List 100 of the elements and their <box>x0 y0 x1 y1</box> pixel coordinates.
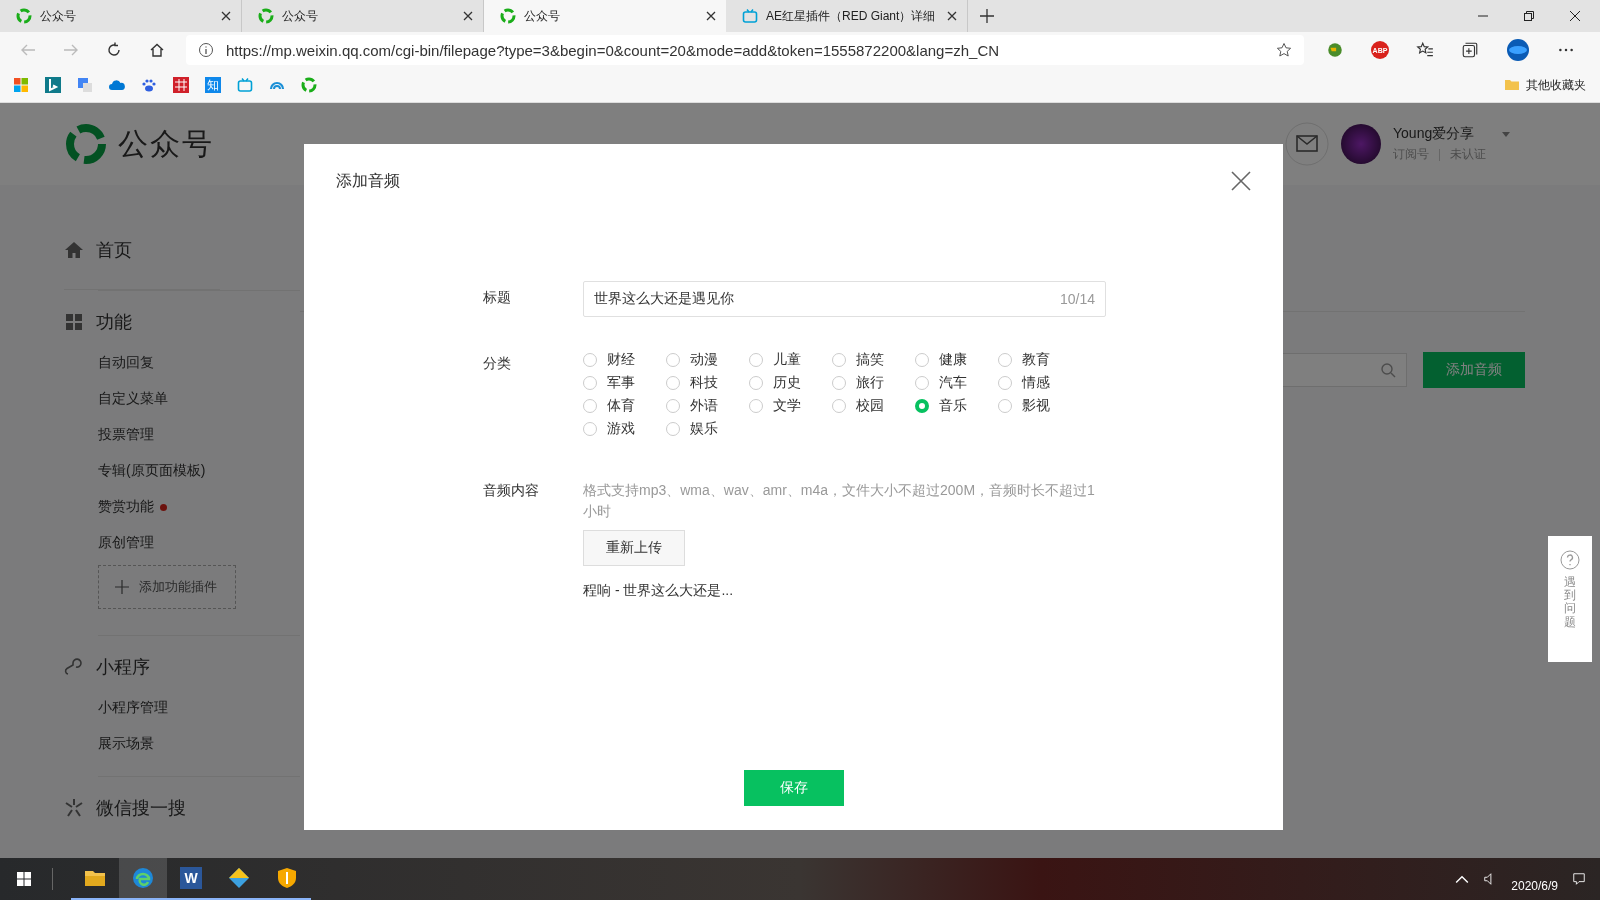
category-radio[interactable]: 军事 <box>583 374 666 392</box>
help-icon <box>1560 550 1580 570</box>
avatar-image[interactable] <box>1341 124 1381 164</box>
sidebar-item[interactable]: 自动回复 <box>98 345 300 381</box>
radio-button[interactable] <box>666 399 680 413</box>
close-icon[interactable] <box>947 11 957 21</box>
collections-icon[interactable] <box>1461 41 1479 59</box>
wechat-logo-icon[interactable] <box>301 77 317 93</box>
close-icon[interactable] <box>1231 171 1251 191</box>
clock-date[interactable]: 2020/6/9 <box>1511 879 1558 893</box>
radio-button[interactable] <box>832 399 846 413</box>
radio-button[interactable] <box>749 399 763 413</box>
home-icon[interactable] <box>149 42 165 58</box>
radio-button[interactable] <box>998 399 1012 413</box>
category-radio[interactable]: 游戏 <box>583 420 666 438</box>
sidebar-item[interactable]: 自定义菜单 <box>98 381 300 417</box>
radio-button[interactable] <box>832 353 846 367</box>
title-input-field[interactable]: 世界这么大还是遇见你 10/14 <box>583 281 1106 317</box>
format-hint: 格式支持mp3、wma、wav、amr、m4a，文件大小不超过200M，音频时长不超过1小时 <box>583 481 1096 521</box>
restore-icon[interactable] <box>1524 11 1534 21</box>
category-radio[interactable]: 影视 <box>998 397 1081 415</box>
category-radio[interactable]: 体育 <box>583 397 666 415</box>
category-radio[interactable]: 教育 <box>998 351 1081 369</box>
category-radio[interactable]: 文学 <box>749 397 832 415</box>
category-radio[interactable]: 财经 <box>583 351 666 369</box>
translate-icon[interactable] <box>77 77 93 93</box>
account-name[interactable]: Young爱分享 <box>1393 125 1486 143</box>
profile-avatar-icon[interactable] <box>1506 38 1530 62</box>
help-panel[interactable]: 遇到问题 <box>1548 536 1592 662</box>
sidebar-item[interactable]: 展示场景 <box>98 726 300 762</box>
dialog-title: 添加音频 <box>336 170 400 191</box>
category-radio[interactable]: 儿童 <box>749 351 832 369</box>
radio-button[interactable] <box>583 399 597 413</box>
favorites-icon[interactable] <box>1416 41 1434 59</box>
category-radio[interactable]: 旅行 <box>832 374 915 392</box>
close-icon[interactable] <box>221 11 231 21</box>
cloud-icon[interactable] <box>109 77 125 93</box>
caret-icon[interactable] <box>1502 132 1510 137</box>
category-radio[interactable]: 动漫 <box>666 351 749 369</box>
radio-button[interactable] <box>915 353 929 367</box>
close-icon[interactable] <box>706 11 716 21</box>
sidebar-section[interactable]: 微信搜一搜 <box>64 785 300 831</box>
radio-button[interactable] <box>915 399 929 413</box>
sidebar-item[interactable]: 赞赏功能 <box>98 489 300 525</box>
grid-square-icon[interactable] <box>173 77 189 93</box>
refresh-icon[interactable] <box>106 42 122 58</box>
address-bar[interactable]: https://mp.weixin.qq.com/cgi-bin/filepage?type=3&begin=0&count=20&mode=add&token=1555872200&lang=zh_CN <box>186 35 1304 65</box>
form-label: 分类 <box>483 354 512 373</box>
category-radio[interactable]: 情感 <box>998 374 1081 392</box>
radio-button[interactable] <box>998 353 1012 367</box>
bookmark-icon[interactable]: 知 <box>205 77 221 93</box>
radio-button[interactable] <box>583 353 597 367</box>
radio-button[interactable] <box>666 376 680 390</box>
category-radio[interactable]: 健康 <box>915 351 998 369</box>
radio-button[interactable] <box>583 422 597 436</box>
plus-icon[interactable] <box>980 9 994 23</box>
sidebar-item[interactable]: 原创管理 <box>98 525 300 561</box>
tiles-icon[interactable] <box>13 77 29 93</box>
sidebar-section[interactable]: 小程序 <box>64 644 300 690</box>
radio-button[interactable] <box>749 353 763 367</box>
tv-icon[interactable] <box>237 77 253 93</box>
notification-icon[interactable] <box>1572 872 1586 886</box>
category-radio[interactable]: 外语 <box>666 397 749 415</box>
reupload-button[interactable]: 重新上传 <box>583 530 685 566</box>
radio-button[interactable] <box>915 376 929 390</box>
taskbar-app[interactable] <box>119 858 167 900</box>
category-radio[interactable]: 娱乐 <box>666 420 749 438</box>
sidebar-item[interactable]: 小程序管理 <box>98 690 300 726</box>
sidebar-item[interactable]: 专辑(原页面模板) <box>98 453 300 489</box>
wechat-logo-icon <box>500 8 516 24</box>
other-bookmarks-folder[interactable]: 其他收藏夹 <box>1504 76 1586 94</box>
logo-icon <box>64 122 108 166</box>
sidebar-section[interactable]: 功能 <box>64 299 300 345</box>
radio-button[interactable] <box>583 376 597 390</box>
close-icon[interactable] <box>463 11 473 21</box>
paw-icon[interactable] <box>141 77 157 93</box>
start-icon[interactable] <box>16 871 32 887</box>
radio-button[interactable] <box>666 422 680 436</box>
category-radio[interactable]: 搞笑 <box>832 351 915 369</box>
category-radio[interactable]: 校园 <box>832 397 915 415</box>
sidebar-section[interactable]: 首页 <box>64 227 220 273</box>
browser-tab[interactable]: 公众号 <box>484 0 726 32</box>
radio-button[interactable] <box>749 376 763 390</box>
category-radio[interactable]: 音乐 <box>915 397 998 415</box>
radio-button[interactable] <box>666 353 680 367</box>
radio-button[interactable] <box>832 376 846 390</box>
letter-b-icon[interactable] <box>45 77 61 93</box>
close-icon[interactable] <box>1570 11 1580 21</box>
word-document-icon: W <box>180 867 202 889</box>
mail-icon[interactable] <box>1285 122 1329 166</box>
star-icon[interactable] <box>1276 42 1292 58</box>
sidebar-item[interactable]: 投票管理 <box>98 417 300 453</box>
taskbar-app[interactable]: W <box>167 858 215 900</box>
category-radio[interactable]: 科技 <box>666 374 749 392</box>
radio-button[interactable] <box>998 376 1012 390</box>
shield-icon <box>275 866 299 890</box>
category-radio[interactable]: 历史 <box>749 374 832 392</box>
globe-icon[interactable] <box>1326 41 1344 59</box>
add-plugin-button[interactable]: 添加功能插件 <box>98 565 236 609</box>
category-radio[interactable]: 汽车 <box>915 374 998 392</box>
